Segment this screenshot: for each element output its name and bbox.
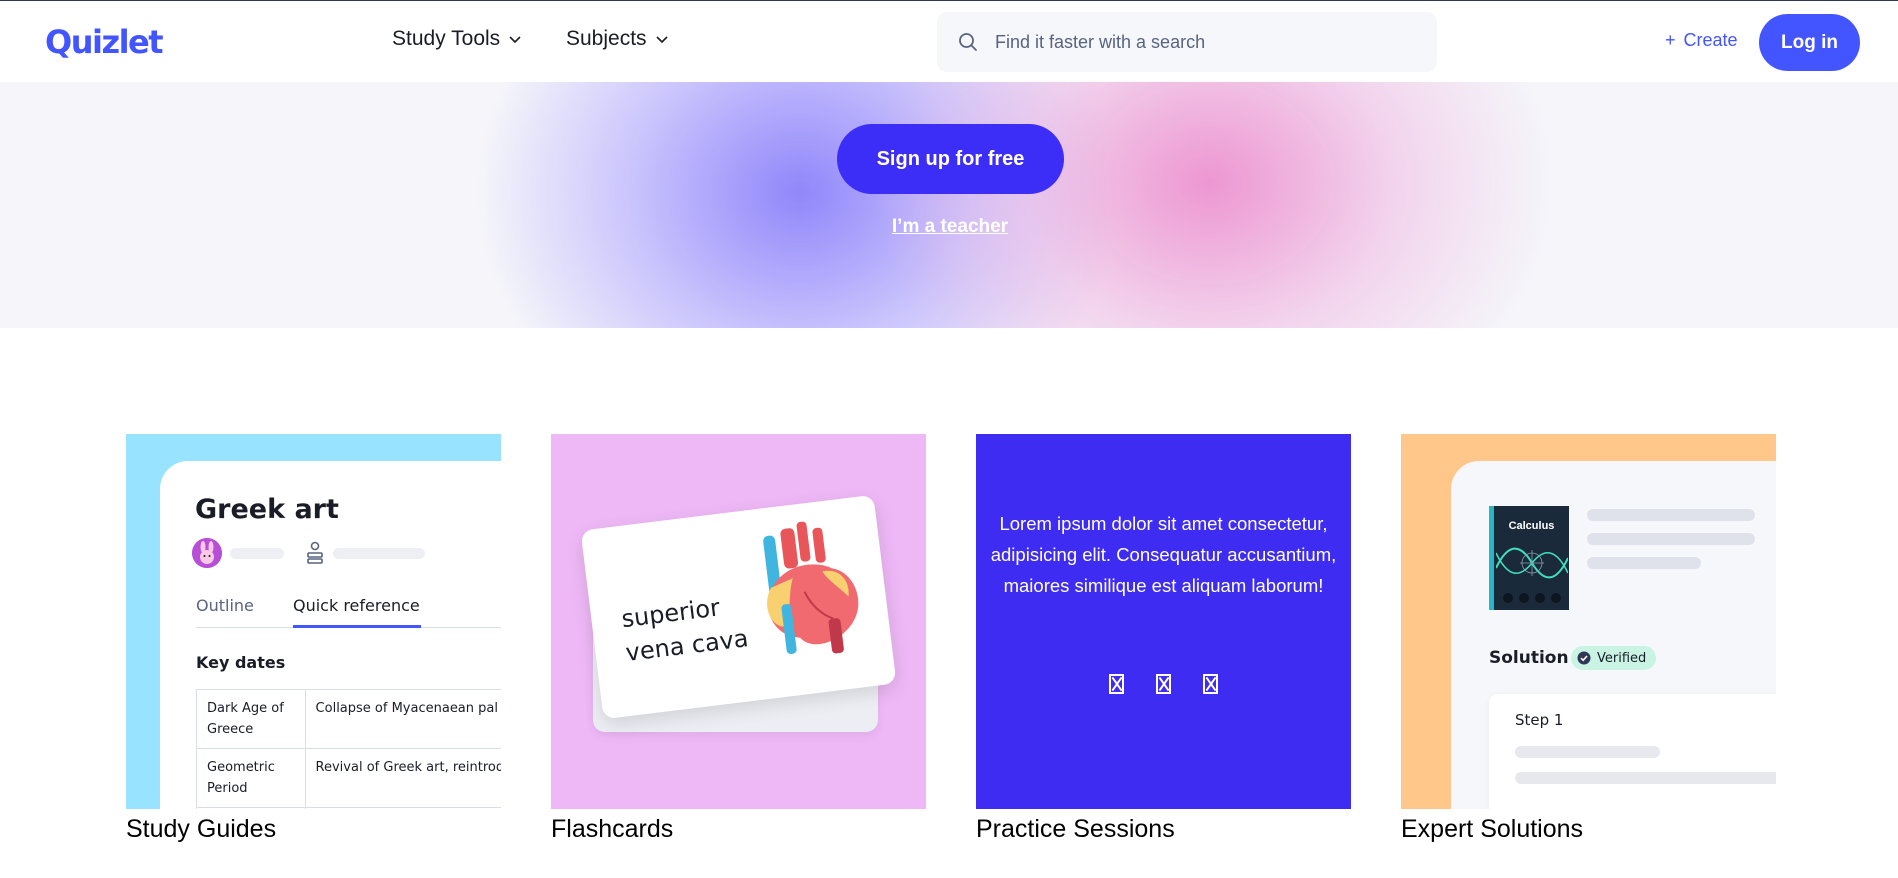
stack-icon [307, 541, 323, 564]
avatar [192, 538, 222, 568]
nav-study-tools-label: Study Tools [392, 27, 501, 50]
nav-study-tools[interactable]: Study Tools [392, 27, 522, 51]
table-cell-empty [196, 807, 306, 809]
table-cell-desc: Revival of Greek art, reintrod [304, 748, 501, 808]
flashcards-card[interactable]: superior vena cava [551, 434, 926, 809]
bunny-avatar-icon [192, 538, 222, 568]
flashcard-term: superior vena cava [620, 587, 751, 670]
missing-glyph-icon [1109, 674, 1124, 694]
practice-description: Lorem ipsum dolor sit amet consectetur, … [990, 513, 1337, 596]
tab-outline[interactable]: Outline [196, 596, 254, 615]
flashcard-front: superior vena cava [580, 494, 897, 720]
table-cell-empty [304, 807, 501, 809]
login-button[interactable]: Log in [1759, 14, 1860, 71]
table-row: Dark Age of Greece Collapse of Myacenaea… [196, 689, 501, 749]
table-row [196, 807, 501, 809]
expert-solutions-card[interactable]: Calculus Solution Verified Step 1 [1401, 434, 1776, 809]
key-dates-table: Dark Age of Greece Collapse of Myacenaea… [196, 689, 501, 809]
teacher-link[interactable]: I’m a teacher [870, 216, 1030, 238]
table-cell-term: Geometric Period [196, 748, 306, 808]
create-label: Create [1683, 30, 1738, 50]
search-icon [959, 33, 977, 51]
practice-sessions-title[interactable]: Practice Sessions [976, 815, 1175, 844]
textbook-title: Calculus [1508, 520, 1555, 532]
verified-check-icon [1577, 651, 1591, 665]
placeholder-bar [333, 548, 425, 559]
quizlet-logo[interactable]: Quizlet [45, 23, 164, 61]
study-guide-title: Greek art [195, 494, 339, 525]
placeholder-bar [1587, 533, 1755, 545]
missing-glyph-icon [1156, 674, 1171, 694]
step-label: Step 1 [1515, 711, 1564, 729]
missing-glyph-icon [1203, 674, 1218, 694]
placeholder-glyph-row [976, 674, 1351, 694]
dots-decoration-icon [1503, 593, 1561, 603]
placeholder-bar [1515, 746, 1660, 758]
table-cell-desc: Collapse of Myacenaean pal [304, 689, 501, 749]
hero-banner: Sign up for free I’m a teacher [0, 82, 1898, 328]
nav-subjects-label: Subjects [566, 27, 647, 50]
heart-illustration-icon [763, 521, 859, 654]
placeholder-bar [1587, 557, 1701, 569]
expert-solutions-title[interactable]: Expert Solutions [1401, 815, 1583, 844]
graph-curve-icon [1496, 547, 1568, 579]
placeholder-bar [1515, 772, 1776, 784]
nav-subjects[interactable]: Subjects [566, 27, 669, 51]
placeholder-bar [1587, 509, 1755, 521]
chevron-down-icon [655, 36, 668, 44]
search-bar[interactable] [937, 12, 1437, 72]
plus-icon: + [1665, 30, 1676, 50]
tab-quick-reference[interactable]: Quick reference [293, 596, 420, 615]
practice-sessions-card[interactable]: Lorem ipsum dolor sit amet consectetur, … [976, 434, 1351, 809]
chevron-down-icon [509, 36, 521, 44]
top-header: Quizlet Study Tools Subjects + Create Lo… [0, 0, 1898, 82]
verified-label: Verified [1597, 650, 1647, 666]
table-row: Geometric Period Revival of Greek art, r… [196, 748, 501, 808]
solution-heading: Solution [1489, 648, 1569, 668]
create-button[interactable]: + Create [1665, 30, 1738, 51]
study-guides-title[interactable]: Study Guides [126, 815, 276, 844]
expert-solution-preview: Calculus Solution Verified Step 1 [1451, 461, 1776, 809]
placeholder-bar [230, 548, 284, 559]
section-heading: Key dates [196, 653, 286, 672]
study-guides-card[interactable]: Greek art Outline Quick reference Key da… [126, 434, 501, 809]
hero-gradient-pink [870, 82, 1550, 328]
search-input[interactable] [995, 31, 1415, 53]
solution-step: Step 1 [1489, 694, 1776, 809]
active-tab-indicator [293, 625, 421, 628]
study-guide-preview: Greek art Outline Quick reference Key da… [160, 461, 501, 809]
textbook-cover: Calculus [1489, 506, 1569, 610]
flashcards-title[interactable]: Flashcards [551, 815, 673, 844]
verified-badge: Verified [1571, 646, 1657, 670]
signup-button[interactable]: Sign up for free [837, 124, 1064, 194]
table-cell-term: Dark Age of Greece [196, 689, 306, 749]
